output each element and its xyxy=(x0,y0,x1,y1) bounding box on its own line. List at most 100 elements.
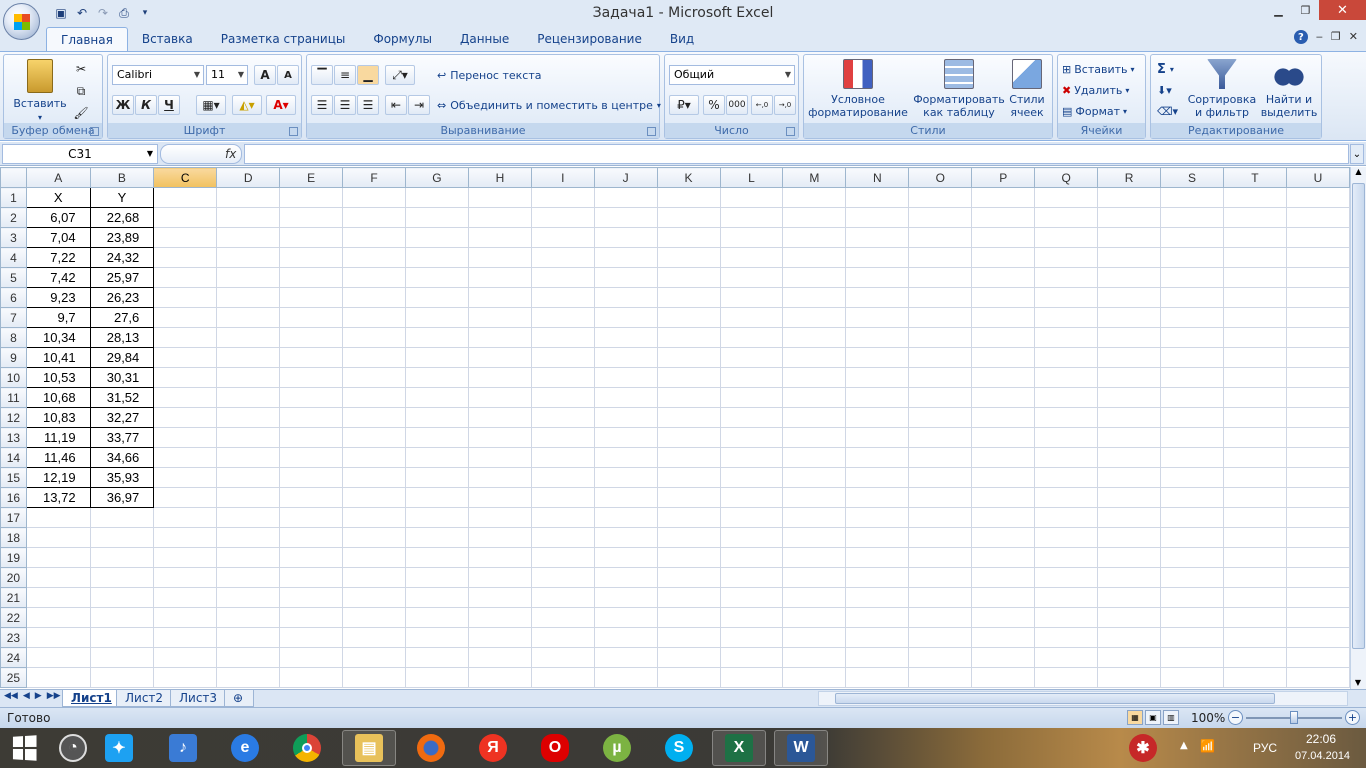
increase-indent-icon[interactable]: ⇥ xyxy=(408,95,430,115)
cell-k22[interactable] xyxy=(656,607,721,628)
cell-u12[interactable] xyxy=(1285,407,1350,428)
cell-t8[interactable] xyxy=(1222,327,1287,348)
column-header-e[interactable]: E xyxy=(279,167,344,188)
cell-g13[interactable] xyxy=(404,427,469,448)
cell-t12[interactable] xyxy=(1222,407,1287,428)
cell-b6[interactable]: 26,23 xyxy=(89,287,155,308)
borders-icon[interactable]: ▦▾ xyxy=(196,95,226,115)
cell-q2[interactable] xyxy=(1034,207,1099,228)
sheet-tab-3[interactable]: Лист3 xyxy=(170,690,227,707)
cell-c20[interactable] xyxy=(153,567,218,588)
cell-p25[interactable] xyxy=(971,667,1036,688)
cell-s25[interactable] xyxy=(1160,667,1224,688)
cell-q11[interactable] xyxy=(1034,387,1099,408)
cell-d24[interactable] xyxy=(216,647,281,668)
cell-t14[interactable] xyxy=(1222,447,1287,468)
cell-o23[interactable] xyxy=(908,627,973,648)
cell-d15[interactable] xyxy=(216,467,281,488)
cell-b9[interactable]: 29,84 xyxy=(89,347,155,368)
cell-h18[interactable] xyxy=(467,527,532,548)
cell-g24[interactable] xyxy=(404,647,469,668)
cell-s12[interactable] xyxy=(1160,407,1224,428)
cell-r5[interactable] xyxy=(1097,267,1162,288)
cell-e8[interactable] xyxy=(279,327,344,348)
decrease-indent-icon[interactable]: ⇤ xyxy=(385,95,407,115)
language-indicator[interactable]: РУС xyxy=(1253,741,1277,755)
tab-home[interactable]: Главная xyxy=(46,27,128,51)
cell-m21[interactable] xyxy=(782,587,847,608)
font-size-select[interactable]: 11 ▼ xyxy=(206,65,248,85)
cell-u4[interactable] xyxy=(1285,247,1350,268)
cell-d4[interactable] xyxy=(216,247,281,268)
cut-icon[interactable]: ✂ xyxy=(70,59,92,79)
cell-l14[interactable] xyxy=(719,447,784,468)
cell-c9[interactable] xyxy=(153,347,218,368)
cell-f13[interactable] xyxy=(342,427,406,448)
cell-i3[interactable] xyxy=(530,227,595,248)
cell-e9[interactable] xyxy=(279,347,344,368)
cell-d9[interactable] xyxy=(216,347,281,368)
cell-m3[interactable] xyxy=(782,227,847,248)
cell-r15[interactable] xyxy=(1097,467,1162,488)
taskbar-app-13[interactable]: W xyxy=(774,730,828,766)
cell-p15[interactable] xyxy=(971,467,1036,488)
number-launcher-icon[interactable] xyxy=(786,127,795,136)
cell-a3[interactable]: 7,04 xyxy=(25,227,91,248)
cell-h15[interactable] xyxy=(467,467,532,488)
cell-q17[interactable] xyxy=(1034,507,1099,528)
copy-icon[interactable]: ⧉ xyxy=(70,81,92,101)
row-header[interactable]: 18 xyxy=(0,527,27,548)
cell-d18[interactable] xyxy=(216,527,281,548)
cell-k8[interactable] xyxy=(656,327,721,348)
cell-j19[interactable] xyxy=(593,547,658,568)
select-all-corner[interactable] xyxy=(0,167,27,188)
align-middle-icon[interactable]: ≡ xyxy=(334,65,356,85)
cell-q9[interactable] xyxy=(1034,347,1099,368)
cell-c2[interactable] xyxy=(153,207,218,228)
cell-o1[interactable] xyxy=(908,187,973,208)
cell-u5[interactable] xyxy=(1285,267,1350,288)
cell-j20[interactable] xyxy=(593,567,658,588)
cell-n13[interactable] xyxy=(845,427,910,448)
cell-s17[interactable] xyxy=(1160,507,1224,528)
cell-l18[interactable] xyxy=(719,527,784,548)
cell-h13[interactable] xyxy=(467,427,532,448)
cell-t24[interactable] xyxy=(1222,647,1287,668)
cell-a12[interactable]: 10,83 xyxy=(25,407,91,428)
cell-r17[interactable] xyxy=(1097,507,1162,528)
cell-o15[interactable] xyxy=(908,467,973,488)
cell-j22[interactable] xyxy=(593,607,658,628)
cell-d8[interactable] xyxy=(216,327,281,348)
tab-data[interactable]: Данные xyxy=(446,27,523,51)
wb-restore-icon[interactable]: ❐ xyxy=(1331,30,1341,44)
cell-n19[interactable] xyxy=(845,547,910,568)
cell-i10[interactable] xyxy=(530,367,595,388)
cell-a18[interactable] xyxy=(25,527,91,548)
cell-i24[interactable] xyxy=(530,647,595,668)
cell-i1[interactable] xyxy=(530,187,595,208)
cell-p17[interactable] xyxy=(971,507,1036,528)
cell-t18[interactable] xyxy=(1222,527,1287,548)
cell-r18[interactable] xyxy=(1097,527,1162,548)
cell-k4[interactable] xyxy=(656,247,721,268)
cell-i18[interactable] xyxy=(530,527,595,548)
scroll-up-icon[interactable]: ▲ xyxy=(1351,167,1366,176)
cell-g5[interactable] xyxy=(404,267,469,288)
cell-m18[interactable] xyxy=(782,527,847,548)
row-header[interactable]: 16 xyxy=(0,487,27,508)
row-header[interactable]: 11 xyxy=(0,387,27,408)
paste-button[interactable]: Вставить ▾ xyxy=(10,59,70,124)
column-header-u[interactable]: U xyxy=(1285,167,1350,188)
name-box[interactable]: C31 ▼ xyxy=(2,144,158,164)
start-button[interactable] xyxy=(6,732,42,764)
underline-button[interactable]: Ч xyxy=(158,95,180,115)
cell-e3[interactable] xyxy=(279,227,344,248)
cell-p16[interactable] xyxy=(971,487,1036,508)
font-launcher-icon[interactable] xyxy=(289,127,298,136)
font-name-select[interactable]: Calibri ▼ xyxy=(112,65,204,85)
help-icon[interactable]: ? xyxy=(1293,30,1308,44)
cell-l4[interactable] xyxy=(719,247,784,268)
cell-a11[interactable]: 10,68 xyxy=(25,387,91,408)
cell-n7[interactable] xyxy=(845,307,910,328)
cell-t15[interactable] xyxy=(1222,467,1287,488)
